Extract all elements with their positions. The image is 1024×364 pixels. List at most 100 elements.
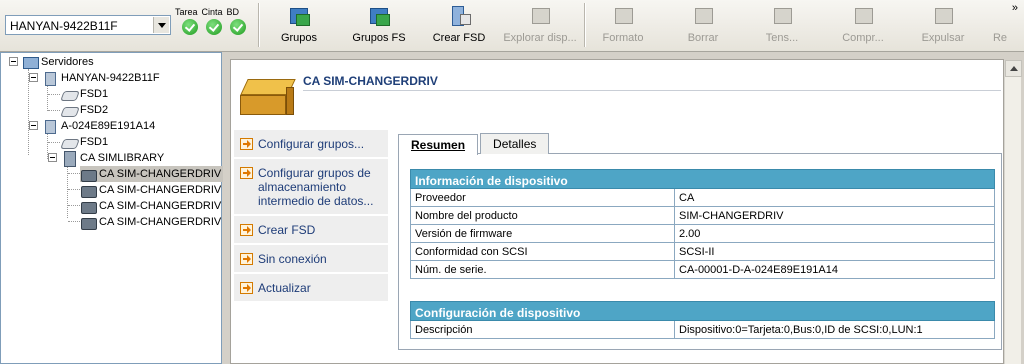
tree-line	[47, 85, 48, 111]
tab-details[interactable]: Detalles	[480, 133, 550, 154]
collapse-library-icon[interactable]	[48, 153, 57, 162]
compress-button-label: Compr...	[842, 32, 884, 44]
tree-line	[68, 221, 80, 222]
status-label-task: Tarea	[175, 7, 198, 17]
tree-item-fsd1[interactable]: FSD1	[61, 86, 108, 102]
tree-line	[68, 173, 80, 174]
erase-button[interactable]: Borrar	[676, 4, 730, 48]
tree-item-drive-3[interactable]: CA SIM-CHANGERDRIV	[80, 198, 221, 214]
action-refresh[interactable]: Actualizar	[234, 274, 388, 301]
tree-item-label: FSD1	[80, 136, 109, 148]
groups-button-label: Grupos	[280, 32, 318, 44]
row-key: Proveedor	[411, 189, 675, 206]
vertical-scrollbar[interactable]	[1004, 60, 1022, 364]
explore-device-button[interactable]: Explorar disp...	[498, 4, 582, 48]
scroll-up-icon[interactable]	[1005, 60, 1022, 77]
tab-summary[interactable]: Resumen	[398, 134, 479, 155]
tree-item-label: A-024E89E191A14	[61, 120, 156, 132]
action-create-fsd[interactable]: Crear FSD	[234, 216, 388, 243]
create-fsd-button-label: Crear FSD	[432, 32, 486, 44]
tree-item-label: HANYAN-9422B11F	[61, 72, 160, 84]
row-value: CA-00001-D-A-024E89E191A14	[679, 264, 838, 276]
groups-icon	[288, 6, 310, 26]
task-ok-icon[interactable]	[182, 19, 198, 35]
action-offline[interactable]: Sin conexión	[234, 245, 388, 272]
toolbar-overflow-icon[interactable]: »	[1012, 2, 1018, 14]
eject-icon	[932, 6, 954, 26]
groups-fs-icon	[368, 6, 390, 26]
collapse-server1-icon[interactable]	[29, 73, 38, 82]
action-label: Configurar grupos...	[258, 137, 365, 151]
row-key: Descripción	[411, 321, 675, 338]
server-icon	[42, 119, 58, 134]
groups-fs-button[interactable]: Grupos FS	[346, 4, 412, 48]
tension-icon	[771, 6, 793, 26]
servers-icon	[22, 55, 39, 69]
tape-drive-icon	[80, 167, 97, 182]
server-select[interactable]: HANYAN-9422B11F	[5, 15, 171, 35]
tape-ok-icon[interactable]	[206, 19, 222, 35]
tree-item-label: CA SIM-CHANGERDRIV	[99, 168, 222, 180]
arrow-right-icon	[240, 167, 253, 179]
title-divider	[303, 90, 1001, 91]
fsd-disk-icon	[61, 87, 77, 101]
groups-button[interactable]: Grupos	[270, 4, 328, 48]
server-select-value: HANYAN-9422B11F	[10, 19, 118, 33]
row-key: Núm. de serie.	[411, 261, 675, 278]
tree-item-drive-2[interactable]: CA SIM-CHANGERDRIV	[80, 182, 221, 198]
toolbar-separator	[584, 3, 585, 47]
tree-item-servers[interactable]: Servidores	[22, 54, 94, 70]
actions-list: Configurar grupos... Configurar grupos d…	[234, 130, 388, 303]
action-configure-groups[interactable]: Configurar grupos...	[234, 130, 388, 157]
device-title: CA SIM-CHANGERDRIV	[303, 74, 438, 88]
create-fsd-icon	[448, 6, 471, 26]
more-button[interactable]: Re	[990, 4, 1010, 48]
tree-item-drive-4[interactable]: CA SIM-CHANGERDRIV	[80, 214, 221, 230]
device-config-section: Configuración de dispositivo Descripción…	[410, 301, 995, 339]
tape-drive-icon	[80, 199, 97, 214]
tape-drive-icon	[80, 215, 97, 230]
compress-button[interactable]: Compr...	[836, 4, 890, 48]
device-info-title: Información de dispositivo	[410, 169, 995, 189]
arrow-right-icon	[240, 224, 253, 236]
collapse-server2-icon[interactable]	[29, 121, 38, 130]
device-info-section: Información de dispositivo Proveedor CA …	[410, 169, 995, 279]
eject-button[interactable]: Expulsar	[914, 4, 972, 48]
tension-button[interactable]: Tens...	[756, 4, 808, 48]
tree-item-drive-1[interactable]: CA SIM-CHANGERDRIV	[80, 166, 224, 182]
status-label-db: BD	[226, 7, 240, 17]
chevron-down-icon[interactable]	[153, 17, 169, 33]
fsd-disk-icon	[61, 103, 77, 117]
tree-item-label: FSD2	[80, 104, 109, 116]
row-value: SIM-CHANGERDRIV	[679, 210, 784, 222]
format-button[interactable]: Formato	[596, 4, 650, 48]
tree-item-library[interactable]: CA SIMLIBRARY	[61, 150, 164, 167]
status-label-tape: Cinta	[201, 7, 223, 17]
tree-line	[68, 189, 80, 190]
db-ok-icon[interactable]	[230, 19, 246, 35]
tree-line	[68, 205, 80, 206]
tree-item-server1[interactable]: HANYAN-9422B11F	[42, 70, 160, 86]
action-configure-staging-groups[interactable]: Configurar grupos de almacenamiento inte…	[234, 159, 388, 214]
toolbar-separator	[258, 3, 259, 47]
arrow-right-icon	[240, 282, 253, 294]
table-row: Descripción Dispositivo:0=Tarjeta:0,Bus:…	[410, 321, 995, 339]
arrow-right-icon	[240, 138, 253, 150]
row-value: CA	[679, 192, 695, 204]
eject-button-label: Expulsar	[921, 32, 965, 44]
action-label: Sin conexión	[258, 252, 327, 266]
tree-item-fsd2[interactable]: FSD2	[61, 102, 108, 118]
toolbar: HANYAN-9422B11F Tarea Cinta BD Grupos Gr…	[0, 0, 1024, 52]
collapse-root-icon[interactable]	[9, 57, 18, 66]
tree-line	[48, 94, 60, 95]
format-button-label: Formato	[602, 32, 644, 44]
tension-button-label: Tens...	[765, 32, 799, 44]
tree-item-server2-fsd1[interactable]: FSD1	[61, 134, 108, 150]
format-icon	[612, 6, 634, 26]
row-key: Versión de firmware	[411, 225, 675, 242]
action-label: Actualizar	[258, 281, 311, 295]
create-fsd-button[interactable]: Crear FSD	[426, 4, 492, 48]
action-label: Crear FSD	[258, 223, 316, 237]
groups-fs-button-label: Grupos FS	[352, 32, 406, 44]
tree-item-server2[interactable]: A-024E89E191A14	[42, 118, 155, 134]
